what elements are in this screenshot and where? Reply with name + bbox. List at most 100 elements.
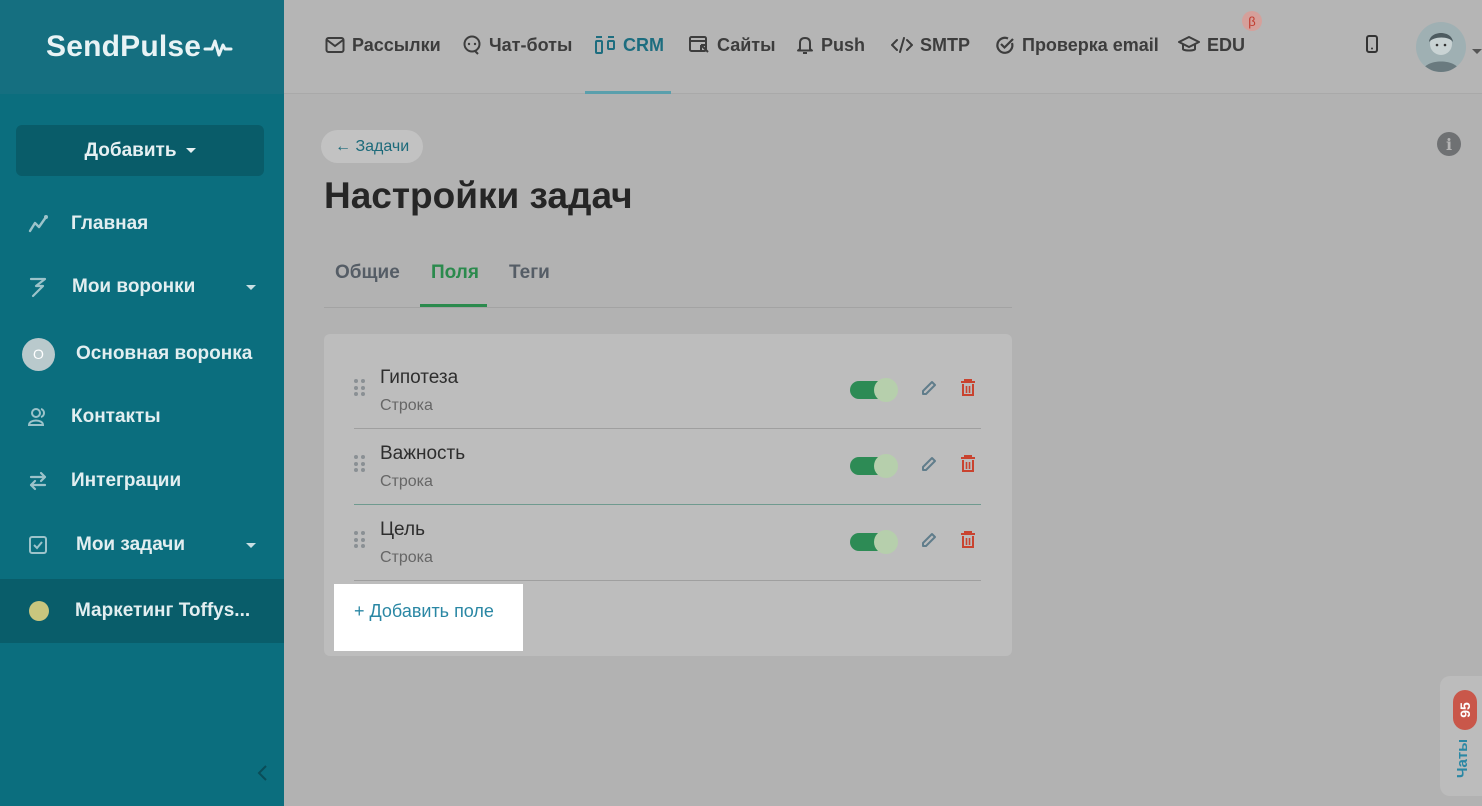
sidebar-item-label: Контакты bbox=[71, 406, 161, 427]
chats-label: Чаты bbox=[1454, 738, 1472, 779]
field-type: Строка bbox=[380, 473, 433, 490]
nav-email-verification[interactable]: Проверка email bbox=[995, 30, 1159, 60]
info-icon[interactable]: i bbox=[1437, 132, 1461, 156]
nav-label: Проверка email bbox=[1022, 34, 1159, 55]
site-icon bbox=[689, 36, 709, 53]
contacts-icon bbox=[26, 405, 50, 429]
pulse-icon bbox=[203, 39, 233, 57]
trash-icon[interactable] bbox=[960, 378, 976, 397]
top-navigation: Рассылки Чат-боты CRM Сайты Push SMTP Пр… bbox=[284, 0, 1482, 94]
funnel-icon bbox=[26, 275, 50, 299]
sidebar-item-contacts[interactable]: Контакты bbox=[0, 385, 284, 449]
chats-count: 95 bbox=[1456, 702, 1473, 718]
field-enabled-toggle[interactable] bbox=[850, 530, 898, 554]
sidebar-item-integrations[interactable]: Интеграции bbox=[0, 449, 284, 513]
pencil-icon[interactable] bbox=[920, 379, 938, 397]
sidebar-item-label: Маркетинг Toffys... bbox=[75, 600, 251, 621]
crm-icon bbox=[595, 36, 615, 54]
arrows-exchange-icon bbox=[26, 469, 50, 493]
settings-tabs: Общие Поля Теги bbox=[324, 250, 1012, 308]
nav-chatbots[interactable]: Чат-боты bbox=[462, 30, 572, 60]
tab-fields[interactable]: Поля bbox=[431, 262, 479, 284]
field-row: Гипотеза Строка bbox=[354, 353, 981, 429]
nav-label: Сайты bbox=[717, 34, 776, 55]
trash-icon[interactable] bbox=[960, 530, 976, 549]
drag-handle-icon[interactable] bbox=[354, 455, 366, 473]
sendpulse-logo[interactable]: SendPulse bbox=[46, 30, 233, 64]
toggle-knob bbox=[874, 378, 898, 402]
code-icon bbox=[891, 37, 913, 53]
logo-text: SendPulse bbox=[46, 30, 202, 63]
sidebar-item-label: Основная воронка bbox=[76, 343, 253, 364]
graduation-cap-icon bbox=[1178, 36, 1200, 52]
nav-crm[interactable]: CRM bbox=[594, 30, 664, 60]
sidebar-item-home[interactable]: Главная bbox=[0, 192, 284, 256]
chevron-down-icon[interactable] bbox=[246, 284, 256, 290]
active-tab-indicator bbox=[585, 91, 671, 94]
pencil-icon[interactable] bbox=[920, 531, 938, 549]
sidebar-item-label: Мои задачи bbox=[76, 534, 186, 555]
chevron-down-icon bbox=[185, 148, 196, 153]
bell-icon bbox=[797, 37, 813, 54]
chevron-left-icon[interactable] bbox=[256, 764, 270, 782]
chat-bot-icon bbox=[463, 35, 481, 55]
nav-label: EDU bbox=[1207, 34, 1246, 55]
field-name: Важность bbox=[380, 443, 466, 464]
field-name: Гипотеза bbox=[380, 367, 459, 388]
chevron-down-icon[interactable] bbox=[1472, 49, 1482, 54]
field-type: Строка bbox=[380, 397, 433, 414]
user-face-icon bbox=[1422, 33, 1460, 72]
logo-area: SendPulse bbox=[0, 0, 284, 94]
nav-label: Push bbox=[821, 34, 866, 55]
beta-badge: β bbox=[1242, 11, 1262, 31]
field-type: Строка bbox=[380, 549, 433, 566]
nav-sites[interactable]: Сайты bbox=[688, 30, 775, 60]
drag-handle-icon[interactable] bbox=[354, 379, 366, 397]
chats-count-badge: 95 bbox=[1453, 690, 1477, 730]
mobile-phone-icon[interactable] bbox=[1365, 35, 1379, 53]
nav-label: CRM bbox=[623, 34, 664, 55]
back-link[interactable]: ← Задачи bbox=[321, 130, 424, 163]
checkbox-icon bbox=[26, 533, 50, 557]
sidebar-item-my-tasks[interactable]: Мои задачи bbox=[0, 513, 284, 577]
sidebar-item-marketing[interactable]: Маркетинг Toffys... bbox=[0, 579, 284, 643]
sidebar-item-label: Главная bbox=[71, 213, 149, 234]
add-button-label: Добавить bbox=[84, 139, 177, 161]
field-row: Цель Строка bbox=[354, 505, 981, 581]
add-button[interactable]: Добавить bbox=[16, 125, 264, 176]
user-avatar[interactable] bbox=[1416, 22, 1466, 72]
nav-label: SMTP bbox=[920, 34, 971, 55]
active-tab-indicator bbox=[420, 304, 487, 307]
mail-icon bbox=[325, 37, 345, 53]
sidebar-item-label: Мои воронки bbox=[72, 276, 196, 297]
field-row: Важность Строка bbox=[354, 429, 981, 505]
field-enabled-toggle[interactable] bbox=[850, 454, 898, 478]
project-dot-icon bbox=[29, 601, 49, 621]
check-circle-icon bbox=[996, 36, 1014, 54]
nav-push[interactable]: Push bbox=[796, 30, 865, 60]
add-field-button[interactable]: + Добавить поле bbox=[354, 601, 494, 622]
toggle-knob bbox=[874, 530, 898, 554]
page-title: Настройки задач bbox=[324, 175, 633, 216]
sidebar-item-label: Интеграции bbox=[71, 470, 182, 491]
field-enabled-toggle[interactable] bbox=[850, 378, 898, 402]
toggle-knob bbox=[874, 454, 898, 478]
field-name: Цель bbox=[380, 519, 425, 540]
nav-smtp[interactable]: SMTP bbox=[891, 30, 970, 60]
nav-mailings[interactable]: Рассылки bbox=[325, 30, 441, 60]
chats-label-wrap[interactable]: Чаты bbox=[1447, 738, 1477, 780]
nav-label: Чат-боты bbox=[489, 34, 573, 55]
sidebar-item-main-funnel[interactable]: О Основная воронка bbox=[0, 322, 284, 386]
nav-label: Рассылки bbox=[352, 34, 441, 55]
nav-edu[interactable]: EDU bbox=[1178, 30, 1245, 60]
pencil-icon[interactable] bbox=[920, 455, 938, 473]
chart-line-icon bbox=[26, 212, 50, 236]
sidebar-item-funnels[interactable]: Мои воронки bbox=[0, 255, 284, 319]
sidebar: SendPulse Добавить Главная Мои воронки О… bbox=[0, 0, 284, 806]
tab-general[interactable]: Общие bbox=[335, 262, 400, 284]
chevron-down-icon[interactable] bbox=[246, 542, 256, 548]
funnel-avatar: О bbox=[22, 337, 55, 371]
trash-icon[interactable] bbox=[960, 454, 976, 473]
tab-tags[interactable]: Теги bbox=[509, 262, 550, 284]
drag-handle-icon[interactable] bbox=[354, 531, 366, 549]
